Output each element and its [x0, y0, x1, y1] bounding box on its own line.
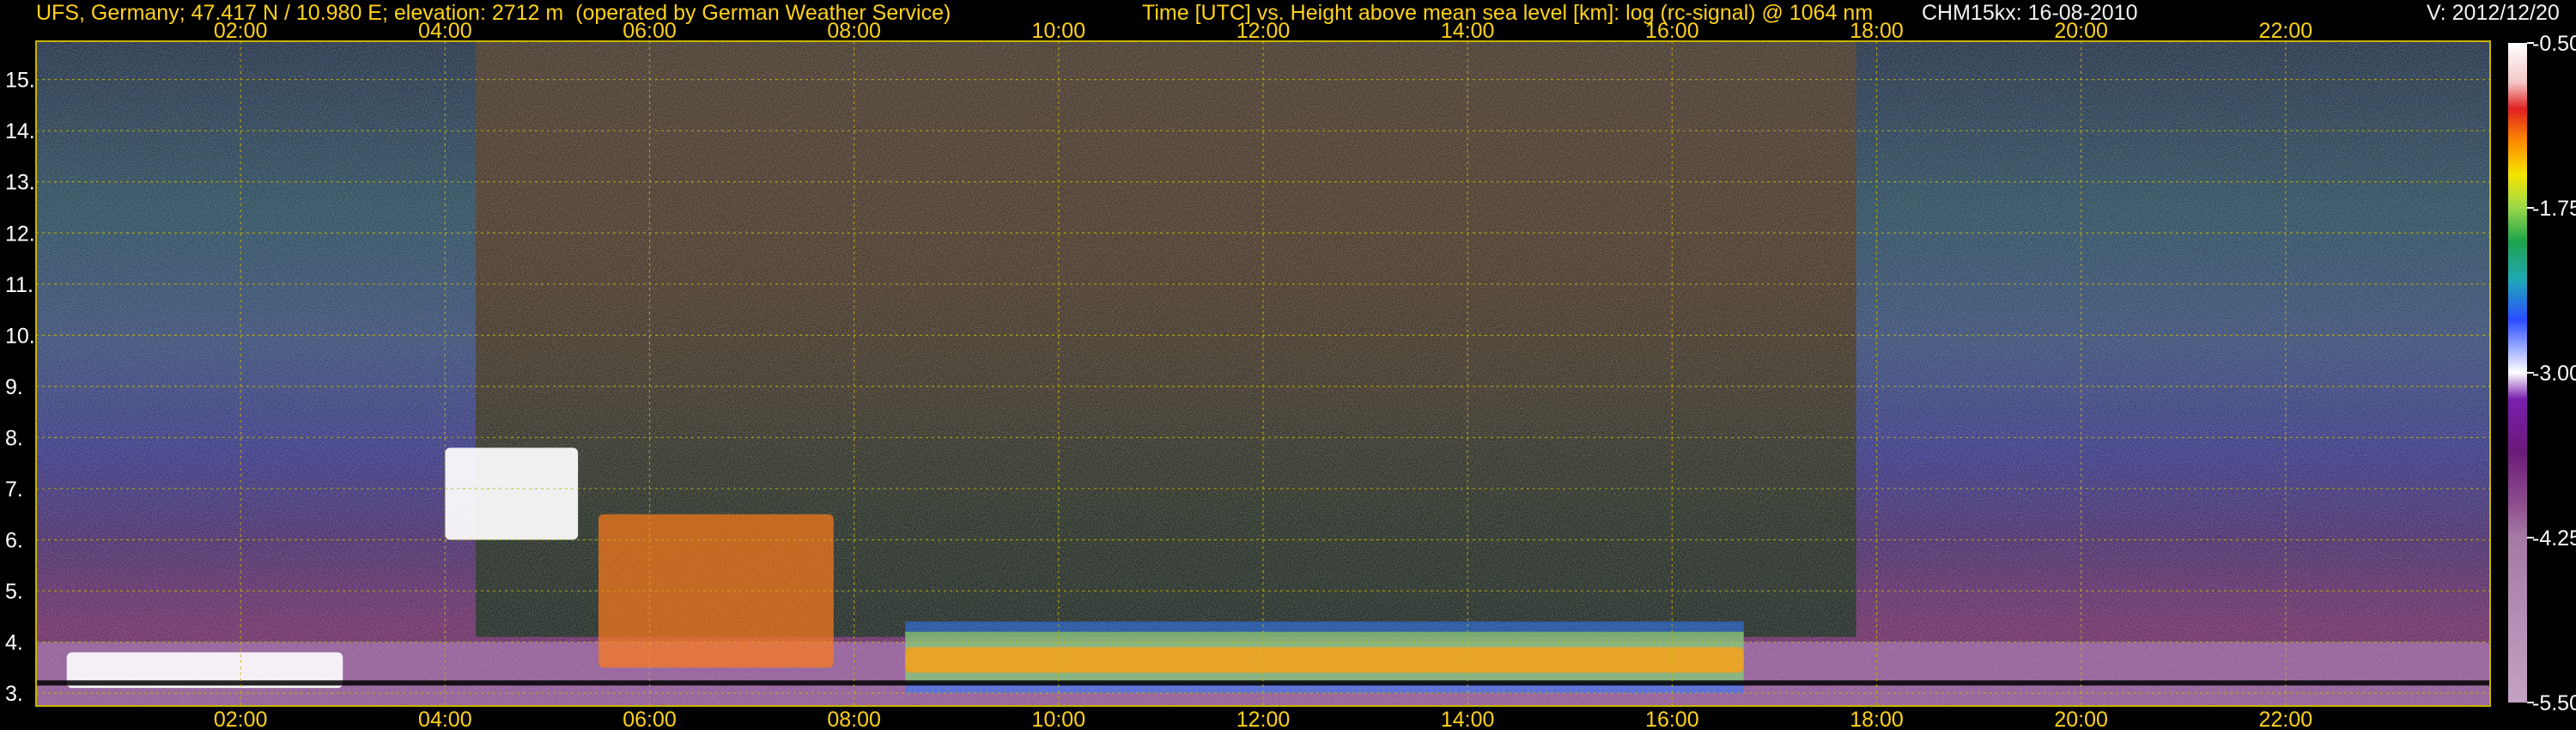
colorbar-scale [2508, 43, 2527, 703]
x-tick-label-bottom: 12:00 [1236, 708, 1291, 730]
ceilometer-chart: 02:00 04:00 06:00 08:00 10:00 12:00 14:00 16:00… [0, 0, 2576, 730]
x-tick-label-top: 22:00 [2259, 19, 2313, 43]
site-info: UFS, Germany; 47.417 N / 10.980 E; eleva… [36, 1, 951, 25]
x-tick-label-bottom: 22:00 [2259, 708, 2313, 730]
instrument-date: CHM15kx: 16-08-2010 [1922, 1, 2138, 25]
version-label: V: 2012/12/20 [2427, 1, 2560, 25]
x-tick-label-bottom: 08:00 [827, 708, 881, 730]
y-tick-label: 8. [5, 426, 23, 450]
x-tick-label-bottom: 10:00 [1032, 708, 1086, 730]
colorbar-label: -4.25 [2532, 526, 2576, 551]
y-tick-label: 4. [5, 631, 23, 655]
y-tick-label: 13. [5, 171, 35, 195]
y-tick-label: 7. [5, 478, 23, 502]
y-tick-label: 12. [5, 222, 35, 246]
colorbar-label: -5.50 [2532, 691, 2576, 715]
x-tick-label-bottom: 20:00 [2054, 708, 2108, 730]
x-tick-label-bottom: 02:00 [214, 708, 268, 730]
y-tick-label: 11. [5, 273, 33, 297]
colorbar-label: -0.50 [2532, 32, 2576, 56]
x-tick-label-bottom: 14:00 [1441, 708, 1495, 730]
x-tick-label-top: 10:00 [1032, 19, 1086, 43]
y-tick-label: 3. [5, 682, 23, 706]
colorbar-label: -3.00 [2532, 362, 2576, 386]
x-tick-label-bottom: 18:00 [1850, 708, 1904, 730]
x-tick-label-bottom: 06:00 [623, 708, 677, 730]
x-tick-label-bottom: 04:00 [418, 708, 472, 730]
feature-cloud [445, 447, 579, 540]
y-tick-label: 10. [5, 324, 35, 348]
y-tick-label: 14. [5, 119, 35, 143]
chart-description: Time [UTC] vs. Height above mean sea lev… [1142, 1, 1874, 25]
y-tick-label: 9. [5, 375, 23, 399]
y-tick-label: 15. [5, 69, 35, 93]
colorbar-label: -1.75 [2532, 197, 2576, 221]
y-tick-label: 6. [5, 529, 23, 553]
y-tick-label: 5. [5, 580, 23, 604]
x-tick-label-bottom: 16:00 [1645, 708, 1699, 730]
